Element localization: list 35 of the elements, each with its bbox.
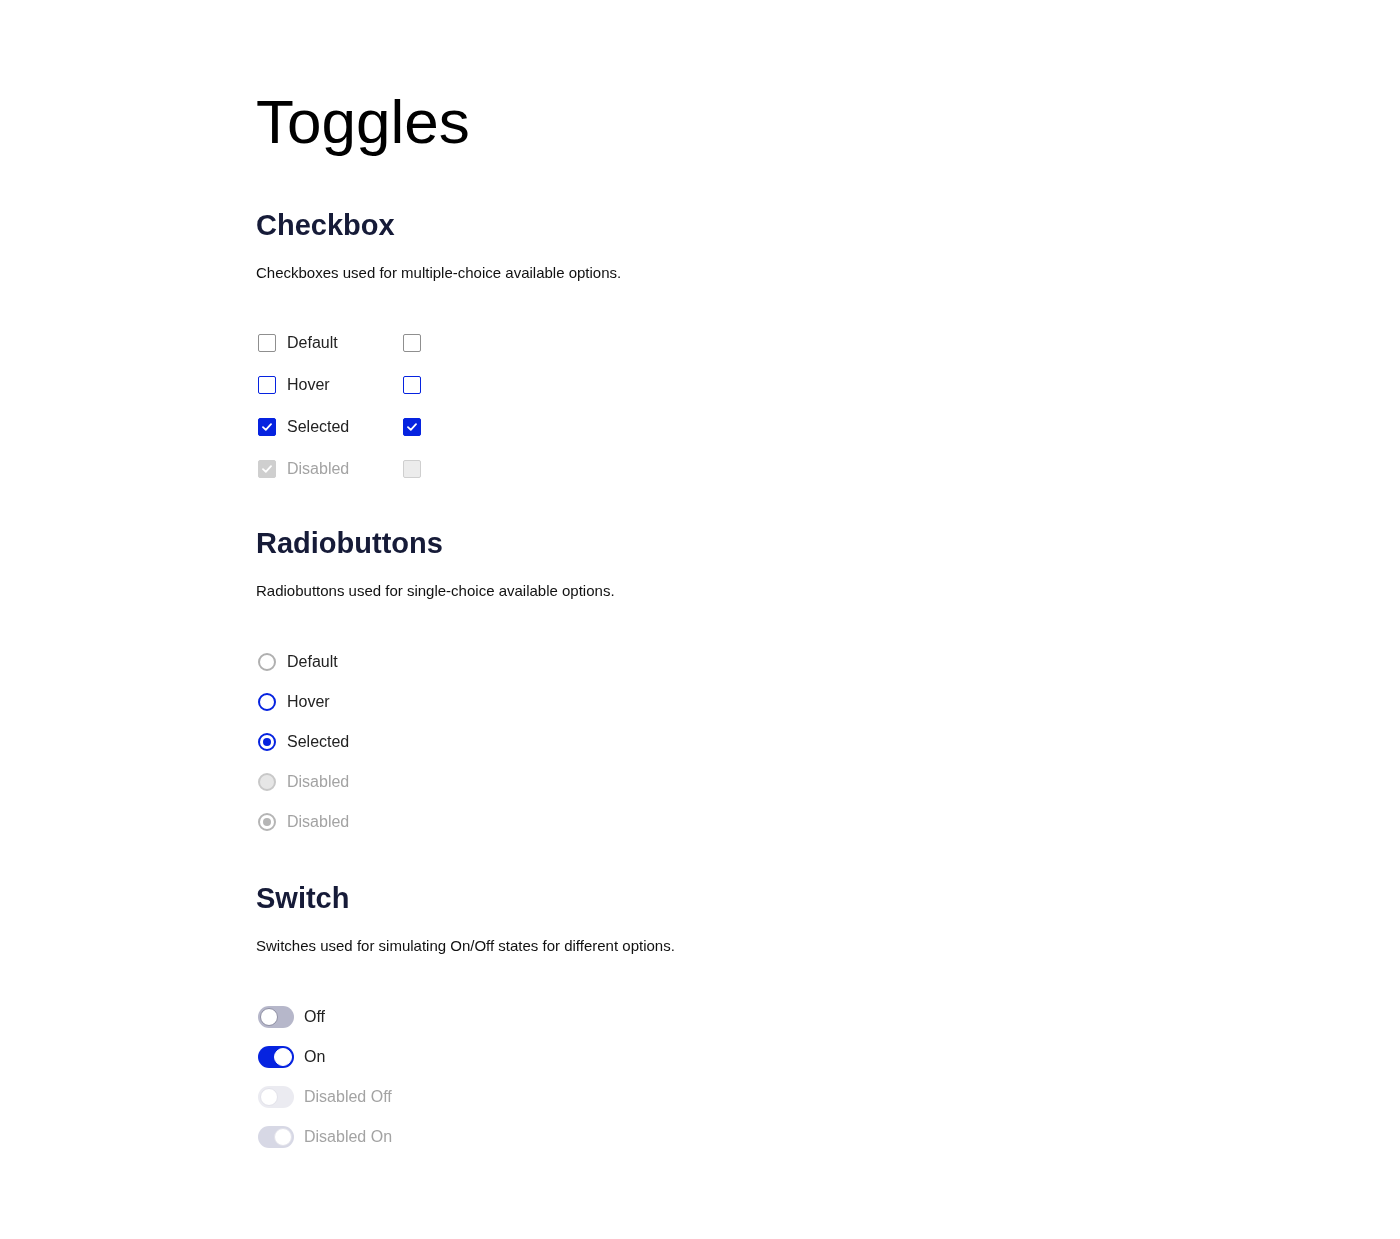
checkbox[interactable] — [258, 376, 276, 394]
radio-button[interactable] — [258, 693, 276, 711]
checkbox-label: Disabled — [287, 459, 350, 479]
radio-label: Disabled — [287, 772, 350, 792]
radio-button[interactable] — [258, 733, 276, 751]
checkbox[interactable] — [403, 334, 421, 352]
switch-label: Disabled Off — [304, 1087, 392, 1107]
radio-label: Disabled — [287, 812, 350, 832]
checkbox-label: Default — [287, 333, 338, 353]
page-title: Toggles — [256, 86, 470, 158]
checkbox-label: Hover — [287, 375, 330, 395]
check-icon — [407, 423, 417, 431]
radio-button[interactable] — [258, 653, 276, 671]
switch-label: Off — [304, 1007, 326, 1027]
checkbox-label: Selected — [287, 417, 350, 437]
section-description: Radiobuttons used for single-choice available options. — [256, 581, 615, 601]
switch-label: Disabled On — [304, 1127, 393, 1147]
toggle-switch[interactable] — [258, 1006, 294, 1028]
checkbox[interactable] — [258, 334, 276, 352]
radio-label: Default — [287, 652, 338, 672]
section-description: Switches used for simulating On/Off states for different options. — [256, 936, 675, 956]
switch-label: On — [304, 1047, 326, 1067]
check-icon — [262, 465, 272, 473]
section-heading: Switch — [256, 881, 350, 916]
radio-label: Selected — [287, 732, 350, 752]
radio-label: Hover — [287, 692, 330, 712]
checkbox[interactable] — [258, 418, 276, 436]
checkbox[interactable] — [403, 418, 421, 436]
toggle-switch[interactable] — [258, 1046, 294, 1068]
section-heading: Checkbox — [256, 208, 395, 243]
check-icon — [262, 423, 272, 431]
section-heading: Radiobuttons — [256, 526, 443, 561]
section-description: Checkboxes used for multiple-choice available options. — [256, 263, 622, 283]
radio-button[interactable] — [258, 813, 276, 831]
checkbox[interactable] — [403, 376, 421, 394]
